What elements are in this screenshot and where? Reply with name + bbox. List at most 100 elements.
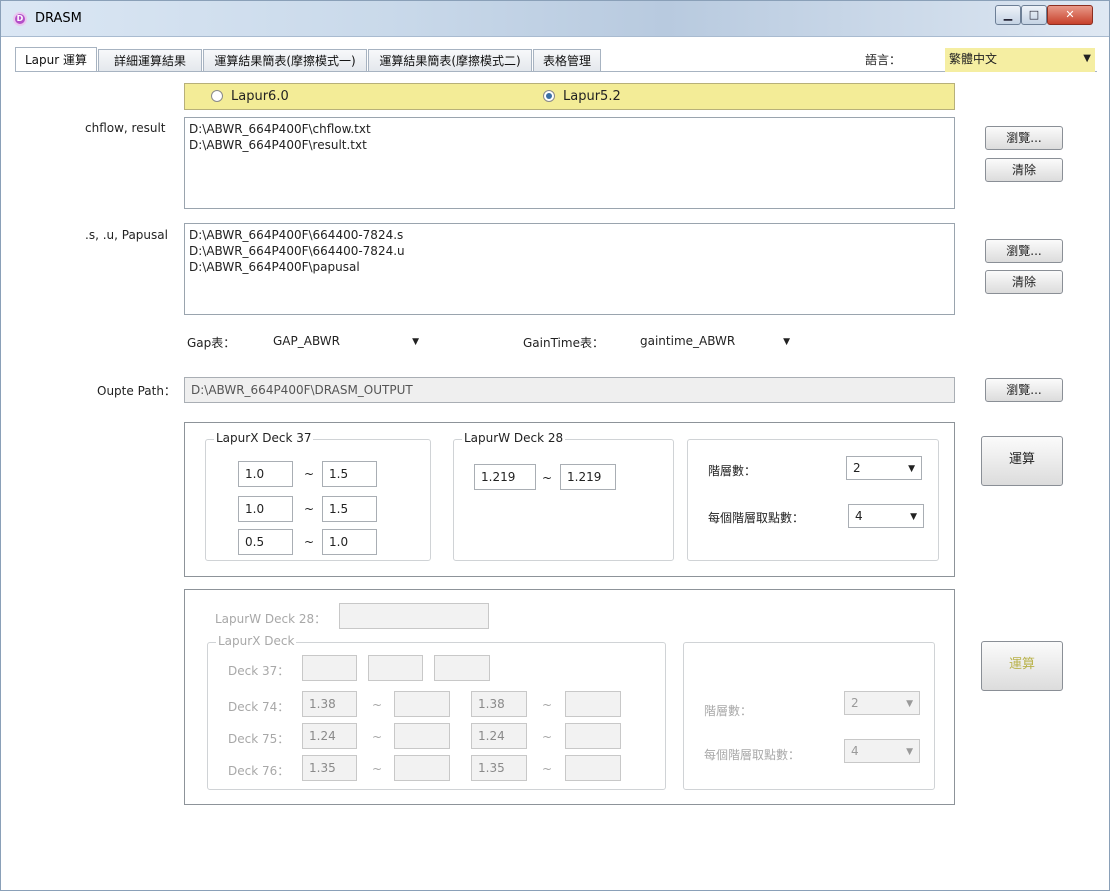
lapurx-deck-title: LapurX Deck [216, 634, 297, 648]
chevron-down-icon: ▼ [412, 337, 419, 347]
deck74-a[interactable]: 1.38 [302, 691, 357, 717]
chflow-clear-button[interactable]: 清除 [985, 158, 1063, 182]
chevron-down-icon: ▼ [906, 747, 913, 757]
deck74-d[interactable] [565, 691, 621, 717]
language-label: 語言： [865, 53, 902, 67]
levels-label-disabled: 階層數： [704, 704, 753, 718]
deck76-label: Deck 76： [228, 764, 290, 778]
deck76-b[interactable] [394, 755, 450, 781]
calc-panel-active: LapurX Deck 37 1.0 ~ 1.5 1.0 ~ 1.5 0.5 ~… [184, 422, 955, 577]
radio-lapur52[interactable]: Lapur5.2 [543, 90, 621, 104]
points-value-disabled: 4 [851, 744, 859, 758]
radio-lapur60[interactable]: Lapur6.0 [211, 90, 289, 104]
chevron-down-icon: ▼ [1083, 53, 1091, 64]
list-item[interactable]: D:\ABWR_664P400F\papusal [189, 259, 950, 275]
range-tilde: ~ [542, 730, 553, 744]
range-tilde: ~ [372, 730, 383, 744]
su-browse-button[interactable]: 瀏覽... [985, 239, 1063, 263]
su-file-list[interactable]: D:\ABWR_664P400F\664400-7824.s D:\ABWR_6… [184, 223, 955, 315]
lapurw-deck28-field[interactable] [339, 603, 489, 629]
app-logo-icon: D [13, 12, 27, 26]
list-item[interactable]: D:\ABWR_664P400F\chflow.txt [189, 121, 950, 137]
lapurw-deck28-title: LapurW Deck 28 [462, 431, 566, 445]
levels-select-disabled[interactable]: 2 ▼ [844, 691, 920, 715]
calculate-button-disabled[interactable]: 運算 [981, 641, 1063, 691]
lapurx-row2-from[interactable]: 1.0 [238, 496, 293, 522]
tab-summary-mode2[interactable]: 運算結果簡表(摩擦模式二) [368, 49, 532, 72]
range-tilde: ~ [304, 535, 315, 549]
lapurx-row2-to[interactable]: 1.5 [322, 496, 377, 522]
su-label: .s, .u, Papusal [85, 228, 168, 242]
deck74-c[interactable]: 1.38 [471, 691, 527, 717]
levels-value: 2 [853, 461, 861, 475]
radio-lapur60-label: Lapur6.0 [231, 89, 289, 104]
chevron-down-icon: ▼ [783, 337, 790, 347]
points-select[interactable]: 4 ▼ [848, 504, 924, 528]
deck37-label: Deck 37： [228, 664, 290, 678]
tab-lapur[interactable]: Lapur 運算 [15, 47, 97, 72]
list-item[interactable]: D:\ABWR_664P400F\664400-7824.s [189, 227, 950, 243]
chflow-browse-button[interactable]: 瀏覽... [985, 126, 1063, 150]
language-select[interactable]: 繁體中文 ▼ [945, 48, 1095, 72]
deck75-label: Deck 75： [228, 732, 290, 746]
gap-label: Gap表： [187, 336, 236, 350]
minimize-button[interactable]: ▁ [995, 5, 1021, 25]
points-select-disabled[interactable]: 4 ▼ [844, 739, 920, 763]
levels-group-disabled: 階層數： 2 ▼ 每個階層取點數： 4 ▼ [683, 642, 935, 790]
lapurw-from[interactable]: 1.219 [474, 464, 536, 490]
deck74-label: Deck 74： [228, 700, 290, 714]
close-button[interactable]: ✕ [1047, 5, 1093, 25]
language-value: 繁體中文 [949, 52, 998, 66]
radio-lapur52-label: Lapur5.2 [563, 89, 621, 104]
calculate-button[interactable]: 運算 [981, 436, 1063, 486]
lapurw-to[interactable]: 1.219 [560, 464, 616, 490]
deck37-field-3[interactable] [434, 655, 490, 681]
list-item[interactable]: D:\ABWR_664P400F\result.txt [189, 137, 950, 153]
window-title: DRASM [35, 11, 82, 26]
tab-summary-mode1[interactable]: 運算結果簡表(摩擦模式一) [203, 49, 367, 72]
output-path-label: Oupte Path： [97, 384, 176, 398]
lapurx-row1-from[interactable]: 1.0 [238, 461, 293, 487]
range-tilde: ~ [372, 762, 383, 776]
tab-table-management[interactable]: 表格管理 [533, 49, 601, 72]
deck76-c[interactable]: 1.35 [471, 755, 527, 781]
lapurx-row3-from[interactable]: 0.5 [238, 529, 293, 555]
deck75-b[interactable] [394, 723, 450, 749]
chflow-file-list[interactable]: D:\ABWR_664P400F\chflow.txt D:\ABWR_664P… [184, 117, 955, 209]
radio-off-icon [211, 90, 223, 102]
gaintime-value: gaintime_ABWR [640, 334, 736, 348]
title-bar[interactable]: D DRASM ▁ □ ✕ [1, 1, 1109, 37]
deck74-b[interactable] [394, 691, 450, 717]
gaintime-select[interactable]: gaintime_ABWR ▼ [633, 329, 797, 353]
levels-group: 階層數： 2 ▼ 每個階層取點數： 4 ▼ [687, 439, 939, 561]
deck76-a[interactable]: 1.35 [302, 755, 357, 781]
deck75-a[interactable]: 1.24 [302, 723, 357, 749]
deck37-field-2[interactable] [368, 655, 423, 681]
main-window: D DRASM ▁ □ ✕ Lapur 運算 詳細運算結果 運算結果簡表(摩擦模… [0, 0, 1110, 891]
list-item[interactable]: D:\ABWR_664P400F\664400-7824.u [189, 243, 950, 259]
output-path-field[interactable]: D:\ABWR_664P400F\DRASM_OUTPUT [184, 377, 955, 403]
lapurw-deck28-label: LapurW Deck 28： [215, 612, 327, 626]
levels-value-disabled: 2 [851, 696, 859, 710]
levels-select[interactable]: 2 ▼ [846, 456, 922, 480]
gaintime-label: GainTime表： [523, 336, 604, 350]
deck37-field-1[interactable] [302, 655, 357, 681]
su-clear-button[interactable]: 清除 [985, 270, 1063, 294]
lapurx-row3-to[interactable]: 1.0 [322, 529, 377, 555]
deck76-d[interactable] [565, 755, 621, 781]
deck75-d[interactable] [565, 723, 621, 749]
range-tilde: ~ [304, 467, 315, 481]
points-label-disabled: 每個階層取點數： [704, 748, 801, 762]
tab-detail-results[interactable]: 詳細運算結果 [98, 49, 202, 72]
gap-select[interactable]: GAP_ABWR ▼ [266, 329, 426, 353]
calc-panel-disabled: LapurW Deck 28： LapurX Deck Deck 37： Dec… [184, 589, 955, 805]
lapurx-deck-group: LapurX Deck Deck 37： Deck 74： 1.38 ~ 1.3… [207, 634, 666, 790]
deck75-c[interactable]: 1.24 [471, 723, 527, 749]
chevron-down-icon: ▼ [906, 699, 913, 709]
maximize-button[interactable]: □ [1021, 5, 1047, 25]
lapurx-row1-to[interactable]: 1.5 [322, 461, 377, 487]
range-tilde: ~ [542, 471, 553, 485]
version-selector: Lapur6.0 Lapur5.2 [184, 83, 955, 110]
output-browse-button[interactable]: 瀏覽... [985, 378, 1063, 402]
chevron-down-icon: ▼ [908, 464, 915, 474]
